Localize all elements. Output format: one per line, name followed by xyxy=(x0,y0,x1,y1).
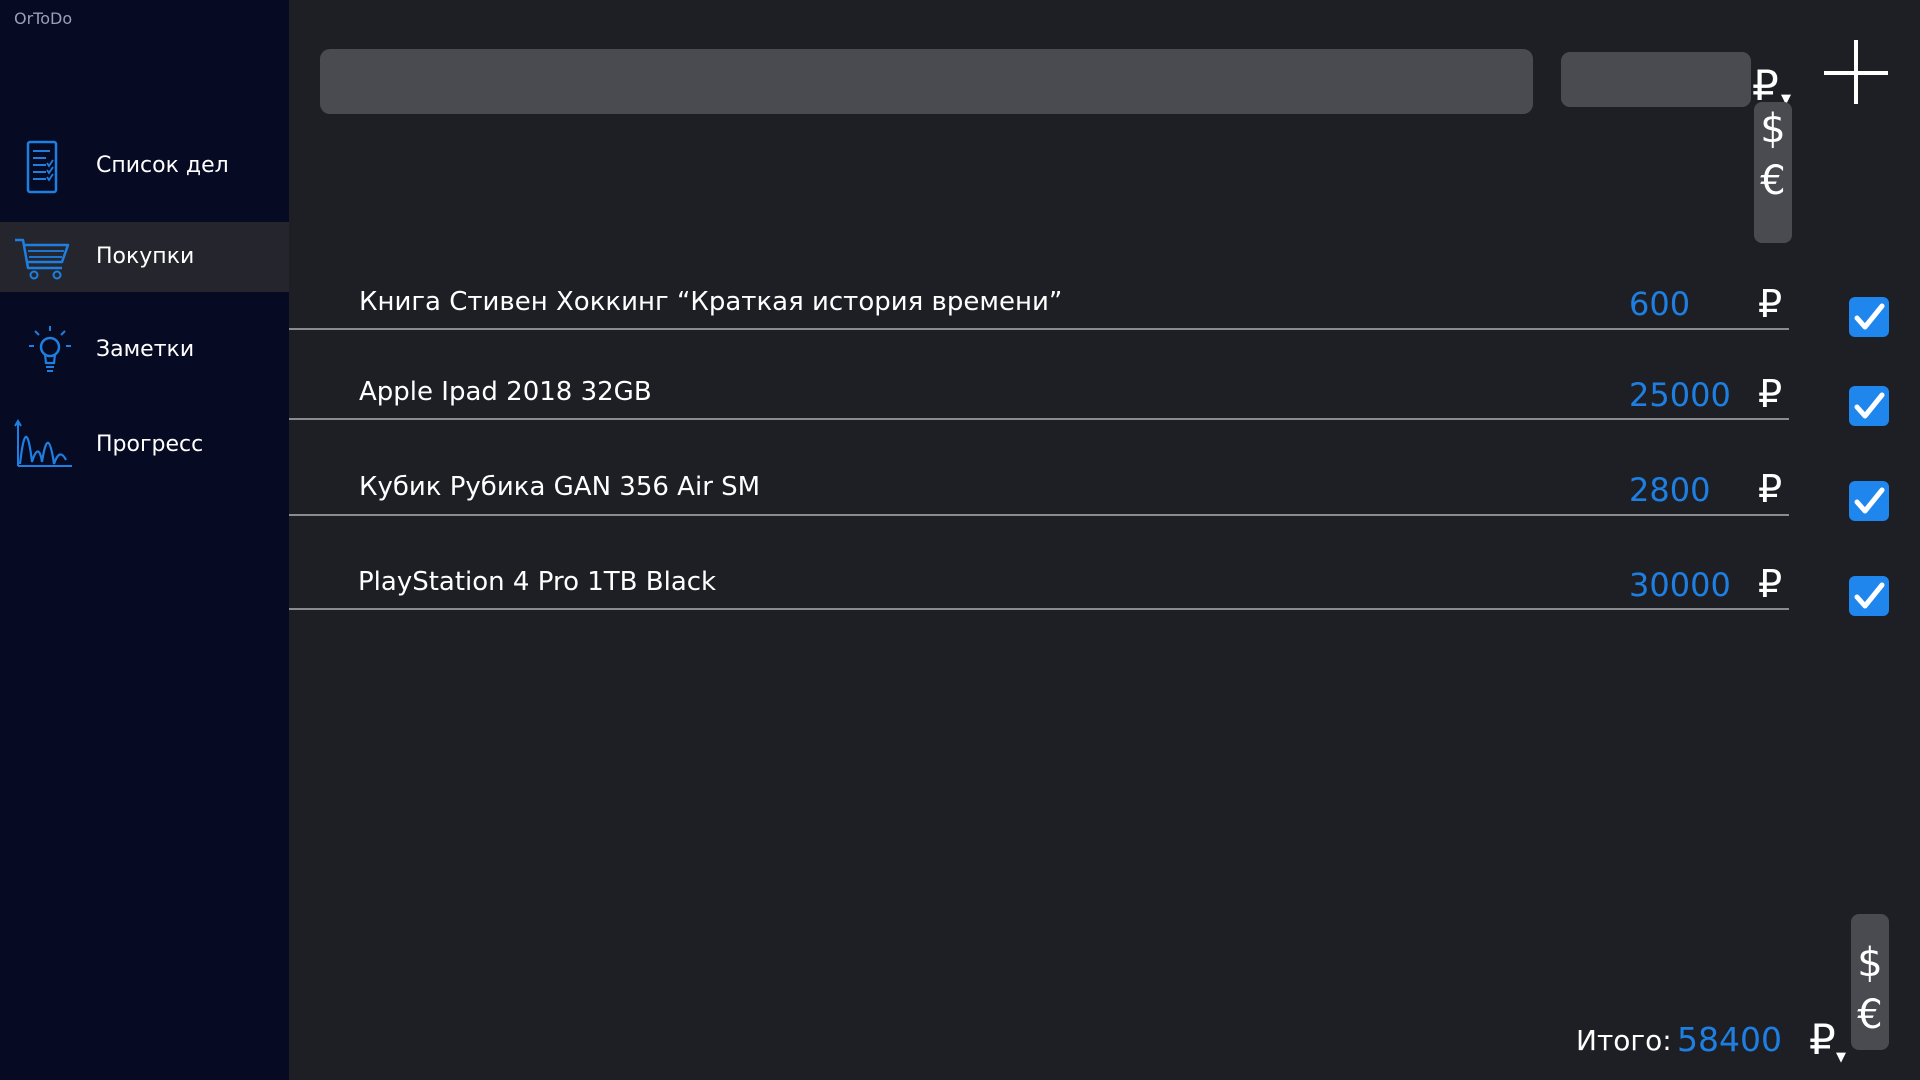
item-currency: ₽ xyxy=(1758,562,1783,606)
sidebar-item-label: Заметки xyxy=(96,337,195,362)
list-item: Книга Стивен Хоккинг “Краткая история вр… xyxy=(289,282,1889,367)
item-name-input[interactable] xyxy=(320,49,1533,114)
sidebar-item-label: Покупки xyxy=(96,244,195,269)
divider xyxy=(289,328,1789,330)
item-currency: ₽ xyxy=(1758,282,1783,326)
currency-dropdown: $ € xyxy=(1754,102,1792,243)
chevron-down-icon: ▼ xyxy=(1836,1050,1846,1065)
item-currency: ₽ xyxy=(1758,372,1783,416)
currency-selected: ₽ xyxy=(1809,1015,1836,1064)
item-name: Apple Ipad 2018 32GB xyxy=(359,377,652,407)
sidebar-item-notes[interactable]: Заметки xyxy=(0,315,289,385)
item-checkbox[interactable] xyxy=(1849,386,1889,426)
currency-option-euro[interactable]: € xyxy=(1851,992,1889,1038)
main-content: ₽ ▼ $ € Книга Стивен Хоккинг “Краткая ис… xyxy=(289,0,1920,1080)
checkmark-icon xyxy=(1854,303,1885,330)
checklist-icon xyxy=(26,140,58,194)
checkmark-icon xyxy=(1854,487,1885,514)
lightbulb-icon xyxy=(29,326,71,372)
list-item: Кубик Рубика GAN 356 Air SM 2800 ₽ xyxy=(289,467,1889,552)
list-item: Apple Ipad 2018 32GB 25000 ₽ xyxy=(289,372,1889,457)
item-price: 30000 xyxy=(1629,566,1731,604)
currency-option-euro[interactable]: € xyxy=(1754,158,1792,204)
item-price: 600 xyxy=(1629,285,1691,323)
checkmark-icon xyxy=(1854,392,1885,419)
item-name: Кубик Рубика GAN 356 Air SM xyxy=(359,472,761,502)
sidebar-item-purchases[interactable]: Покупки xyxy=(0,222,289,292)
sidebar-item-todo[interactable]: Список дел xyxy=(0,131,289,201)
cart-icon xyxy=(15,238,70,280)
divider xyxy=(289,514,1789,516)
chart-icon xyxy=(14,419,72,467)
currency-option-dollar[interactable]: $ xyxy=(1754,106,1792,152)
currency-option-dollar[interactable]: $ xyxy=(1851,940,1889,986)
item-price: 25000 xyxy=(1629,376,1731,414)
item-name: PlayStation 4 Pro 1TB Black xyxy=(358,567,717,597)
item-checkbox[interactable] xyxy=(1849,576,1889,616)
item-checkbox[interactable] xyxy=(1849,297,1889,337)
item-checkbox[interactable] xyxy=(1849,481,1889,521)
item-currency: ₽ xyxy=(1758,467,1783,511)
sidebar: OrToDo Список дел Покупки Заметки Прогре… xyxy=(0,0,289,1080)
list-item: PlayStation 4 Pro 1TB Black 30000 ₽ xyxy=(289,562,1889,647)
item-price: 2800 xyxy=(1629,471,1711,509)
total-value: 58400 xyxy=(1677,1020,1782,1059)
price-input[interactable] xyxy=(1561,52,1751,107)
sidebar-item-label: Прогресс xyxy=(96,432,204,457)
divider xyxy=(289,418,1789,420)
sidebar-item-progress[interactable]: Прогресс xyxy=(0,410,289,480)
total-label: Итого: xyxy=(1576,1024,1672,1057)
sidebar-item-label: Список дел xyxy=(96,153,229,178)
divider xyxy=(289,608,1789,610)
add-item-button[interactable] xyxy=(1824,40,1888,104)
checkmark-icon xyxy=(1854,582,1885,609)
total-currency-dropdown: $ € xyxy=(1851,914,1889,1050)
item-name: Книга Стивен Хоккинг “Краткая история вр… xyxy=(359,287,1063,317)
app-title: OrToDo xyxy=(14,9,73,28)
total-currency-select[interactable]: ₽ ▼ xyxy=(1809,1016,1853,1066)
